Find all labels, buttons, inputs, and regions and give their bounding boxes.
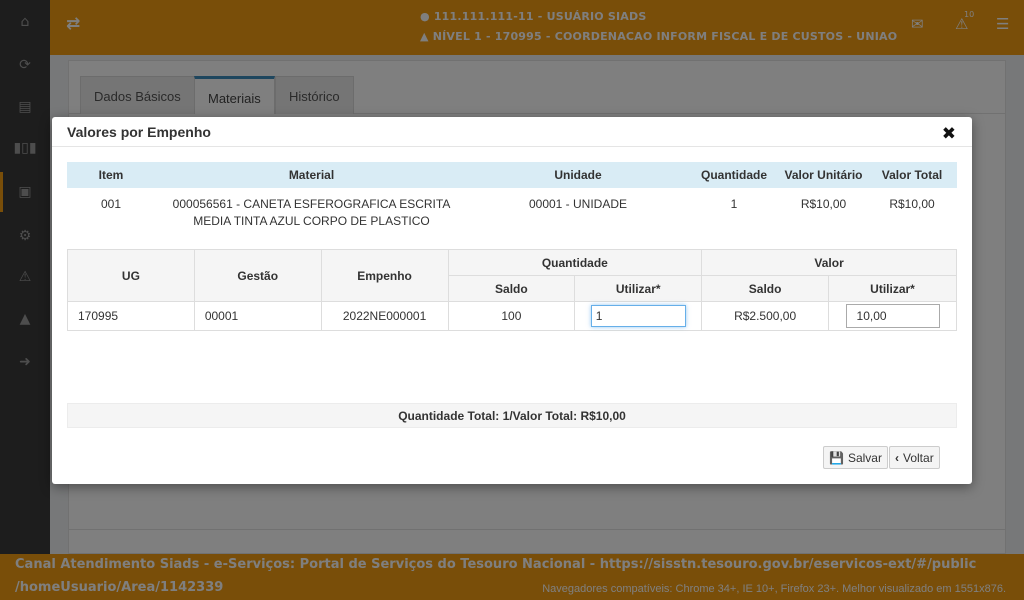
empenho-header-row-1: UG Gestão Empenho Quantidade Valor <box>67 249 957 302</box>
chevron-left-icon: ‹ <box>895 450 899 465</box>
back-button[interactable]: ‹ Voltar <box>889 446 940 469</box>
material-line-2: MEDIA TINTA AZUL CORPO DE PLASTICO <box>193 214 430 228</box>
col-valor-saldo: Saldo <box>701 275 830 302</box>
save-button-label: Salvar <box>847 450 882 465</box>
col-valor-unitario: Valor Unitário <box>780 162 867 188</box>
quantity-use-input[interactable] <box>590 305 686 327</box>
totals-bar: Quantidade Total: 1 / Valor Total: R$10,… <box>67 403 957 428</box>
table-row: 170995 00001 2022NE000001 100 R$2.500,00 <box>67 301 957 331</box>
value-use-input[interactable] <box>845 304 940 328</box>
col-valor-utilizar: Utilizar* <box>828 275 957 302</box>
cell-qtd-utilizar <box>574 301 703 331</box>
cell-empenho: 2022NE000001 <box>320 301 449 331</box>
col-material: Material <box>155 162 468 188</box>
cell-unidade: 00001 - UNIDADE <box>528 197 628 211</box>
col-valor-total: Valor Total <box>867 162 957 188</box>
empenho-values-modal: Valores por Empenho ✖ Item Material Unid… <box>52 117 972 484</box>
back-button-label: Voltar <box>903 450 934 465</box>
modal-header-divider <box>52 146 972 147</box>
col-quantidade: Quantidade <box>688 162 780 188</box>
col-gestao: Gestão <box>193 249 322 302</box>
total-quantity: Quantidade Total: 1 <box>398 408 510 423</box>
cell-valor-unitario: R$10,00 <box>800 197 847 211</box>
col-qtd-utilizar: Utilizar* <box>574 275 703 302</box>
total-value: Valor Total: R$10,00 <box>512 408 626 423</box>
table-row: 001 000056561 - CANETA ESFEROGRAFICA ESC… <box>67 188 957 232</box>
col-group-quantidade: Quantidade <box>447 249 703 276</box>
col-unidade: Unidade <box>468 162 688 188</box>
modal-title: Valores por Empenho <box>67 124 211 140</box>
cell-material: 000056561 - CANETA ESFEROGRAFICA ESCRITA… <box>155 188 468 232</box>
cell-valor-saldo: R$2.500,00 <box>701 301 830 331</box>
cell-item: 001 <box>100 197 122 211</box>
empenho-table: UG Gestão Empenho Quantidade Valor Saldo… <box>67 249 957 331</box>
item-table-header-row: Item Material Unidade Quantidade Valor U… <box>67 162 957 188</box>
cell-ug: 170995 <box>67 301 195 331</box>
col-empenho: Empenho <box>320 249 449 302</box>
col-qtd-saldo: Saldo <box>447 275 576 302</box>
close-icon[interactable]: ✖ <box>942 126 956 143</box>
cell-qtd-saldo: 100 <box>447 301 576 331</box>
col-group-valor: Valor <box>701 249 957 276</box>
col-ug: UG <box>67 249 195 302</box>
save-icon: 💾 <box>829 450 844 465</box>
item-table: Item Material Unidade Quantidade Valor U… <box>67 162 957 232</box>
col-item: Item <box>67 162 155 188</box>
cell-valor-total: R$10,00 <box>889 197 935 211</box>
save-button[interactable]: 💾 Salvar <box>823 446 888 469</box>
material-line-1: 000056561 - CANETA ESFEROGRAFICA ESCRITA <box>172 197 451 211</box>
cell-quantidade: 1 <box>730 197 738 211</box>
cell-valor-utilizar <box>828 301 957 331</box>
cell-gestao: 00001 <box>193 301 322 331</box>
